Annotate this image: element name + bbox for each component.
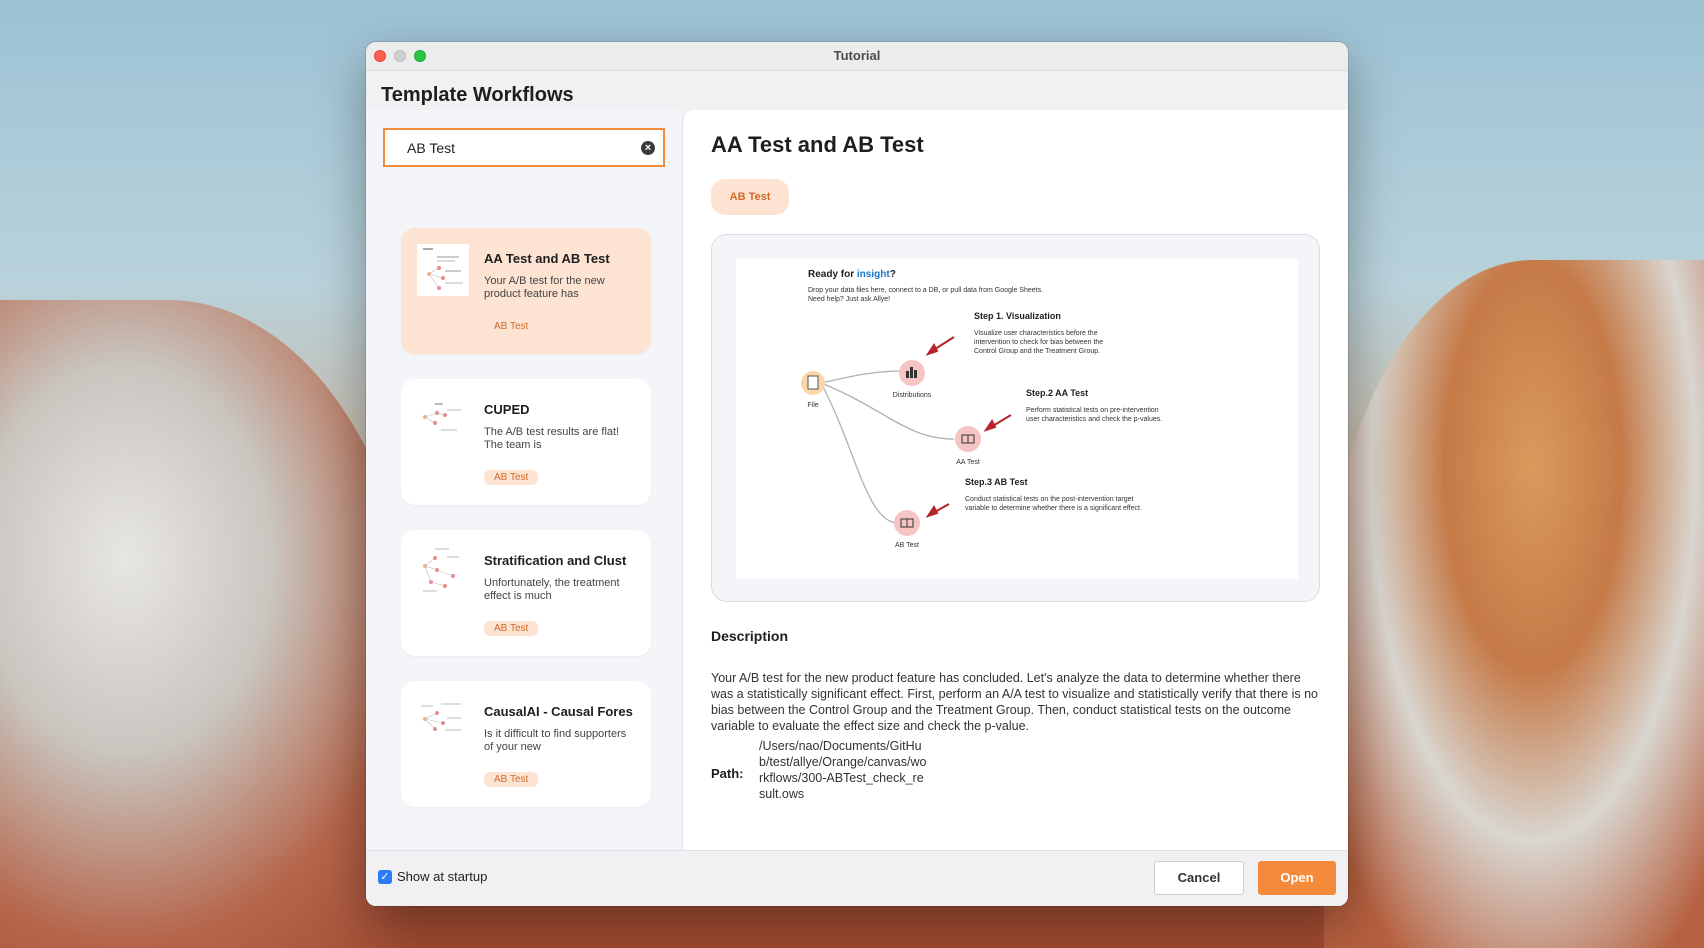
template-card-aa-ab-test[interactable]: AA Test and AB Test Your A/B test for th… [401, 228, 651, 354]
desktop-wallpaper-rock-left [0, 300, 420, 948]
checkbox-checked-icon[interactable]: ✓ [378, 869, 392, 884]
detail-tag: AB Test [711, 179, 789, 215]
card-description: The A/B test results are flat! The team … [484, 426, 620, 451]
node-label-ab-test: AB Test [895, 542, 919, 549]
card-description: Unfortunately, the treatment effect is m… [484, 577, 620, 602]
ab-test-node-icon [894, 510, 920, 536]
card-title: CUPED [484, 402, 530, 417]
dialog-footer: ✓ Show at startup Cancel Open [366, 850, 1348, 906]
page-title: Template Workflows [381, 84, 574, 106]
tutorial-window: Tutorial Template Workflows × AA Test an… [366, 42, 1348, 906]
node-label-aa-test: AA Test [956, 459, 980, 466]
clear-search-icon[interactable]: × [641, 141, 655, 155]
show-at-startup-label: Show at startup [397, 869, 488, 884]
workflow-preview: Ready for insight? Drop your data files … [711, 234, 1320, 602]
preview-ready-suffix: ? [890, 269, 896, 280]
step3-title: Step.3 AB Test [965, 477, 1028, 487]
step2-title: Step.2 AA Test [1026, 388, 1088, 398]
preview-intro-line-1: Drop your data files here, connect to a … [808, 287, 1043, 294]
workflow-thumbnail-icon [423, 548, 459, 592]
template-detail-pane: AA Test and AB Test AB Test Ready for in… [682, 110, 1348, 850]
card-title: AA Test and AB Test [484, 251, 610, 266]
step1-text-3: Control Group and the Treatment Group. [974, 348, 1100, 355]
distributions-node-icon [899, 360, 925, 386]
path-value: /Users/nao/Documents/GitHub/test/allye/O… [759, 739, 927, 801]
step1-title: Step 1. Visualization [974, 311, 1061, 321]
window-title: Tutorial [833, 48, 881, 63]
template-card-stratification[interactable]: Stratification and Clust Unfortunately, … [401, 530, 651, 656]
card-title: Stratification and Clust [484, 553, 627, 568]
card-tag: AB Test [494, 321, 529, 332]
preview-intro-line-2: Need help? Just ask Allye! [808, 296, 890, 303]
workflow-thumbnail-icon [417, 244, 469, 296]
step2-text-1: Perform statistical tests on pre-interve… [1026, 407, 1159, 414]
step1-text-1: Visualize user characteristics before th… [974, 330, 1098, 337]
detail-title: AA Test and AB Test [711, 132, 924, 157]
title-bar[interactable]: Tutorial [366, 42, 1348, 71]
aa-test-node-icon [955, 426, 981, 452]
desktop-wallpaper-rock-right [1324, 260, 1704, 948]
step3-text-2: variable to determine whether there is a… [965, 505, 1142, 512]
preview-insight-text: insight [857, 269, 890, 280]
card-tag: AB Test [484, 621, 539, 636]
workflow-diagram: Ready for insight? Drop your data files … [736, 259, 1298, 579]
search-input[interactable] [405, 138, 629, 157]
card-description: Your A/B test for the new product featur… [484, 275, 605, 300]
preview-ready-text: Ready for [808, 269, 857, 280]
search-field[interactable]: × [383, 128, 665, 167]
card-title: CausalAI - Causal Fores [484, 704, 633, 719]
workflow-thumbnail-icon [421, 703, 461, 731]
file-node-icon [801, 371, 825, 395]
step2-text-2: user characteristics and check the p-val… [1026, 416, 1162, 423]
svg-text:Ready for insight?: Ready for insight? [808, 269, 896, 280]
node-label-file: File [807, 402, 818, 409]
step3-text-1: Conduct statistical tests on the post-in… [965, 496, 1134, 503]
show-at-startup-toggle[interactable]: ✓ Show at startup [378, 869, 487, 884]
description-text: Your A/B test for the new product featur… [711, 671, 1318, 733]
node-label-distributions: Distributions [893, 392, 932, 399]
template-card-causalai[interactable]: CausalAI - Causal Fores Is it difficult … [401, 681, 651, 807]
card-description: Is it difficult to find supporters of yo… [484, 728, 627, 753]
card-tag: AB Test [484, 772, 539, 787]
template-card-cuped[interactable]: CUPED The A/B test results are flat! The… [401, 379, 651, 505]
workflow-thumbnail-icon [423, 403, 461, 431]
step1-text-2: intervention to check for bias between t… [974, 339, 1103, 346]
cancel-button[interactable]: Cancel [1154, 861, 1244, 895]
open-button[interactable]: Open [1258, 861, 1336, 895]
description-heading: Description [711, 628, 789, 644]
card-tag: AB Test [484, 470, 539, 485]
path-label: Path: [711, 766, 744, 781]
